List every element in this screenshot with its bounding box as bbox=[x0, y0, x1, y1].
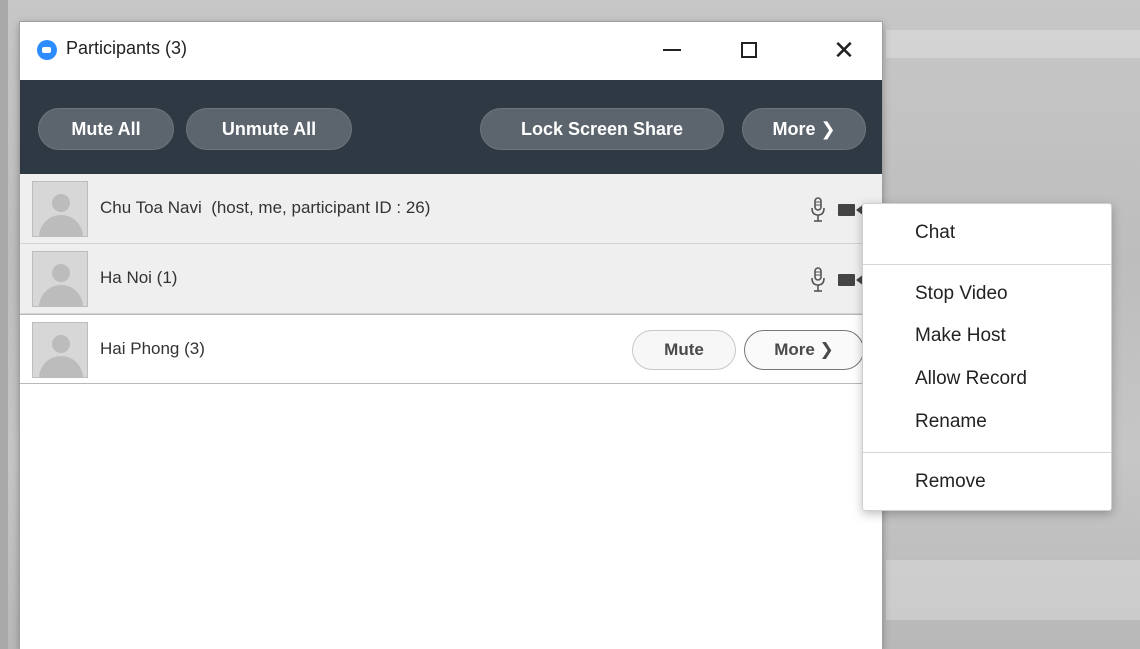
minimize-button[interactable] bbox=[650, 30, 694, 70]
participant-list: Chu Toa Navi (host, me, participant ID :… bbox=[20, 174, 882, 384]
microphone-icon[interactable] bbox=[810, 266, 826, 294]
menu-item-allow-record[interactable]: Allow Record bbox=[915, 368, 1027, 390]
video-camera-icon[interactable] bbox=[838, 273, 864, 287]
avatar bbox=[32, 181, 88, 237]
background-band bbox=[886, 560, 1140, 620]
microphone-icon[interactable] bbox=[810, 196, 826, 224]
window-title: Participants (3) bbox=[66, 38, 188, 58]
lock-screen-share-button[interactable]: Lock Screen Share bbox=[480, 108, 724, 150]
participant-name: Chu Toa Navi (host, me, participant ID :… bbox=[100, 198, 431, 217]
maximize-button[interactable] bbox=[727, 30, 771, 70]
participant-mute-button[interactable]: Mute bbox=[632, 330, 736, 370]
participant-name: Hai Phong (3) bbox=[100, 339, 205, 358]
avatar bbox=[32, 322, 88, 378]
participant-row[interactable]: Hai Phong (3) Mute More ❯ bbox=[20, 314, 882, 384]
menu-item-stop-video[interactable]: Stop Video bbox=[915, 283, 1008, 305]
participant-row[interactable]: Chu Toa Navi (host, me, participant ID :… bbox=[20, 174, 882, 244]
desktop-background: Participants (3) ✕ Mute All Unmute All L… bbox=[0, 0, 1140, 649]
more-button[interactable]: More ❯ bbox=[742, 108, 866, 150]
participants-window: Participants (3) ✕ Mute All Unmute All L… bbox=[20, 22, 882, 649]
participant-context-menu: Chat Stop Video Make Host Allow Record R… bbox=[862, 203, 1112, 511]
menu-item-make-host[interactable]: Make Host bbox=[915, 325, 1006, 347]
avatar bbox=[32, 251, 88, 307]
unmute-all-button[interactable]: Unmute All bbox=[186, 108, 352, 150]
menu-item-chat[interactable]: Chat bbox=[915, 222, 955, 244]
participant-row[interactable]: Ha Noi (1) bbox=[20, 244, 882, 314]
maximize-icon bbox=[741, 42, 757, 58]
background-window-edge bbox=[0, 0, 8, 649]
minimize-icon bbox=[663, 49, 681, 51]
video-camera-icon[interactable] bbox=[838, 203, 864, 217]
mute-all-button[interactable]: Mute All bbox=[38, 108, 174, 150]
close-button[interactable]: ✕ bbox=[822, 30, 866, 70]
menu-item-rename[interactable]: Rename bbox=[915, 411, 987, 433]
participants-toolbar: Mute All Unmute All Lock Screen Share Mo… bbox=[20, 80, 882, 174]
background-band bbox=[886, 30, 1140, 58]
menu-item-remove[interactable]: Remove bbox=[915, 471, 986, 493]
close-icon: ✕ bbox=[833, 35, 855, 65]
title-bar[interactable]: Participants (3) ✕ bbox=[20, 22, 882, 80]
participant-more-button[interactable]: More ❯ bbox=[744, 330, 864, 370]
zoom-app-icon bbox=[37, 40, 57, 60]
menu-separator bbox=[863, 264, 1111, 265]
participant-name: Ha Noi (1) bbox=[100, 268, 178, 287]
menu-separator bbox=[863, 452, 1111, 453]
